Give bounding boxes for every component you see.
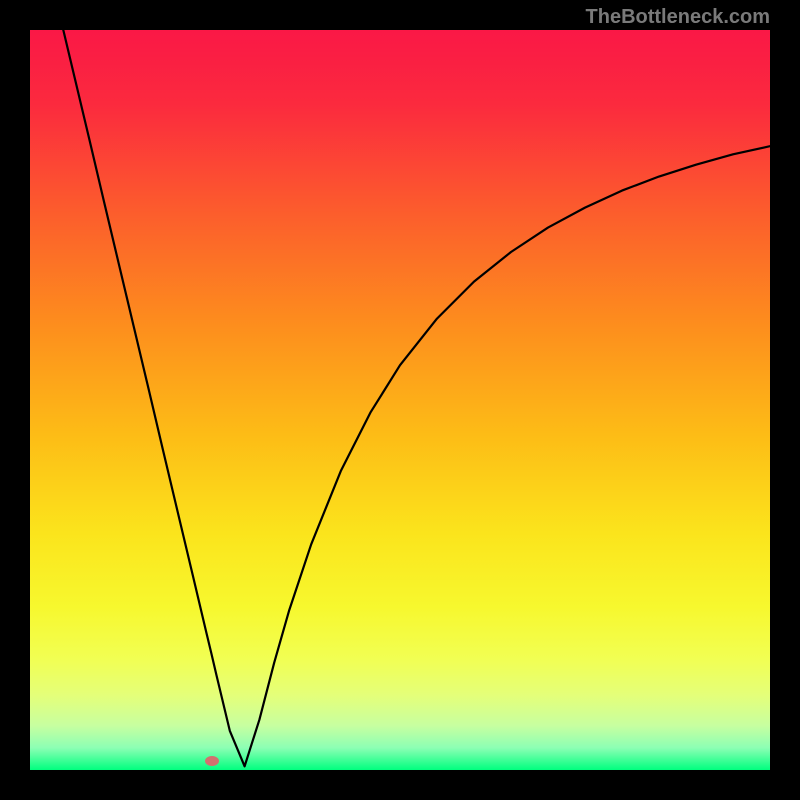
- minimum-marker: [205, 756, 219, 766]
- chart-container: TheBottleneck.com: [0, 0, 800, 800]
- curve-layer: [30, 30, 770, 770]
- watermark-text: TheBottleneck.com: [586, 6, 770, 29]
- plot-area: [30, 30, 770, 770]
- bottleneck-curve: [63, 30, 770, 766]
